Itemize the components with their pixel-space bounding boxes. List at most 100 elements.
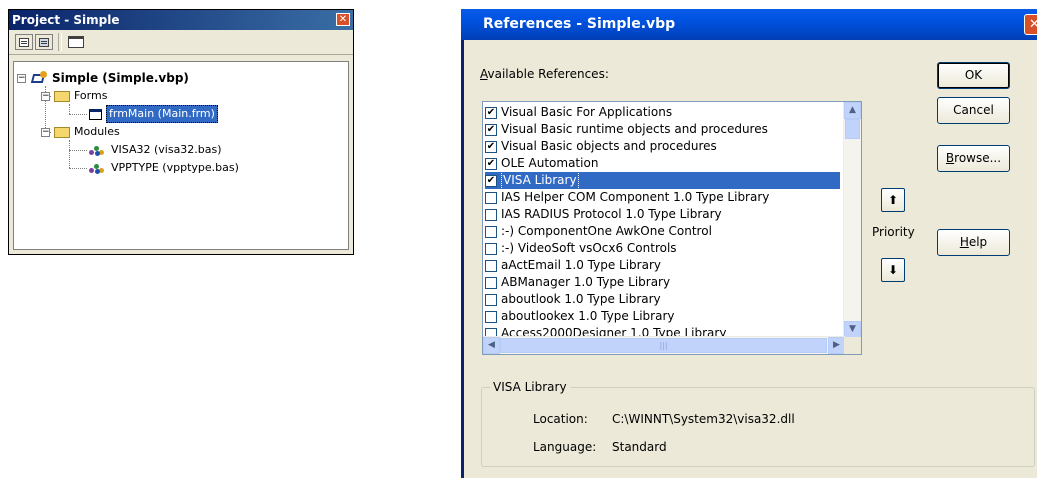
scroll-down-button[interactable]: ▼ <box>844 321 861 338</box>
reference-checkbox[interactable] <box>485 225 497 238</box>
view-object-button[interactable] <box>35 34 53 50</box>
location-value: C:\WINNT\System32\visa32.dll <box>612 412 795 426</box>
reference-list-item[interactable]: aActEmail 1.0 Type Library <box>485 257 661 274</box>
reference-label: IAS RADIUS Protocol 1.0 Type Library <box>501 207 722 221</box>
close-icon[interactable]: ✕ <box>1024 14 1037 35</box>
references-dialog-title-bar[interactable]: References - Simple.vbp ✕ <box>461 9 1037 40</box>
reference-list-item[interactable]: aboutlook 1.0 Type Library <box>485 291 661 308</box>
reference-list-item[interactable]: ✔ VISA Library <box>485 171 840 190</box>
folder-icon <box>68 36 84 48</box>
folder-icon <box>54 126 70 138</box>
tree-node-forms-label: Forms <box>74 89 108 102</box>
reference-checkbox[interactable] <box>485 310 497 323</box>
view-code-button[interactable] <box>15 34 33 50</box>
tree-node-project-label: Simple (Simple.vbp) <box>52 71 189 85</box>
tree-node-module-vpptype[interactable]: VPPTYPE (vpptype.bas) <box>89 160 239 176</box>
form-icon <box>89 108 102 120</box>
cancel-button[interactable]: Cancel <box>937 97 1010 124</box>
scroll-left-button[interactable]: ◀ <box>483 337 500 354</box>
reference-checkbox[interactable] <box>485 191 497 204</box>
priority-up-button[interactable]: ⬆ <box>881 188 905 212</box>
horizontal-scroll-thumb[interactable]: ||| <box>500 338 827 353</box>
folder-icon <box>54 90 70 102</box>
reference-checkbox[interactable] <box>485 293 497 306</box>
tree-node-modules-label: Modules <box>74 125 120 138</box>
help-button[interactable]: Help <box>937 229 1010 256</box>
scroll-right-button[interactable]: ▶ <box>828 337 845 354</box>
reference-checkbox[interactable]: ✔ <box>485 140 497 153</box>
project-window-title: Project - Simple <box>12 13 120 27</box>
tree-node-module-visa32[interactable]: VISA32 (visa32.bas) <box>89 142 222 158</box>
available-references-label-mnemonic: A <box>480 67 488 81</box>
view-code-icon <box>19 37 29 47</box>
reference-list-item[interactable]: :-) ComponentOne AwkOne Control <box>485 223 712 240</box>
reference-checkbox[interactable] <box>485 208 497 221</box>
reference-list-item[interactable]: IAS Helper COM Component 1.0 Type Librar… <box>485 189 769 206</box>
reference-label: IAS Helper COM Component 1.0 Type Librar… <box>501 190 770 204</box>
close-icon[interactable]: ✕ <box>336 13 350 26</box>
reference-list-item[interactable]: IAS RADIUS Protocol 1.0 Type Library <box>485 206 722 223</box>
reference-label: :-) ComponentOne AwkOne Control <box>501 224 712 238</box>
priority-label: Priority <box>872 225 915 239</box>
tree-node-form-label: frmMain (Main.frm) <box>106 105 218 123</box>
help-button-mnemonic: H <box>959 235 969 249</box>
reference-list-item[interactable]: ✔ Visual Basic For Applications <box>485 104 672 121</box>
available-references-label: Available References: <box>480 67 609 81</box>
reference-checkbox[interactable] <box>485 259 497 272</box>
scroll-up-button[interactable]: ▲ <box>844 102 861 119</box>
references-dialog-title: References - Simple.vbp <box>483 16 676 32</box>
reference-list-item[interactable]: :-) VideoSoft vsOcx6 Controls <box>485 240 677 257</box>
tree-line <box>69 168 87 169</box>
project-explorer-window: Project - Simple ✕ − Simple (Simple.vbp)… <box>8 9 354 255</box>
reference-list-item[interactable]: aboutlookex 1.0 Type Library <box>485 308 674 325</box>
reference-label: VISA Library <box>501 171 579 190</box>
tree-node-module-visa32-label: VISA32 (visa32.bas) <box>111 143 222 156</box>
language-value: Standard <box>612 440 667 454</box>
available-references-list[interactable]: Access2000Designer 1.0 Type Library about… <box>482 101 862 355</box>
reference-checkbox[interactable]: ✔ <box>485 106 497 119</box>
reference-checkbox[interactable] <box>485 276 497 289</box>
tree-node-forms-folder[interactable]: − Forms <box>41 88 107 104</box>
tree-node-project[interactable]: − Simple (Simple.vbp) <box>17 70 189 86</box>
reference-details-group: VISA Library Location: C:\WINNT\System32… <box>481 380 1035 467</box>
collapse-icon[interactable]: − <box>41 127 50 137</box>
reference-label: Visual Basic For Applications <box>501 105 673 119</box>
reference-checkbox[interactable] <box>485 242 497 255</box>
collapse-icon[interactable]: − <box>17 73 26 83</box>
tree-node-modules-folder[interactable]: − Modules <box>41 124 120 140</box>
project-toolbar <box>9 30 353 55</box>
reference-list-item[interactable]: ✔ OLE Automation <box>485 155 598 172</box>
ok-button[interactable]: OK <box>937 62 1010 89</box>
reference-label: ABManager 1.0 Type Library <box>501 275 671 289</box>
project-tree: − Simple (Simple.vbp) − Forms frmMain (M… <box>13 61 349 250</box>
tree-node-form-frmmain[interactable]: frmMain (Main.frm) <box>89 105 218 123</box>
module-icon <box>89 144 107 156</box>
reference-checkbox[interactable]: ✔ <box>485 157 497 170</box>
vertical-scroll-thumb[interactable] <box>845 119 860 139</box>
vertical-scrollbar[interactable]: ▲ ▼ <box>843 102 861 338</box>
location-label: Location: <box>533 412 588 426</box>
reference-label: aActEmail 1.0 Type Library <box>501 258 661 272</box>
tree-line <box>69 104 70 114</box>
priority-down-button[interactable]: ⬇ <box>881 258 905 282</box>
horizontal-scrollbar[interactable]: ◀ ||| ▶ <box>483 336 845 354</box>
toggle-folders-button[interactable] <box>67 34 85 50</box>
help-button-label: elp <box>968 235 988 249</box>
browse-button[interactable]: Browse... <box>937 145 1010 172</box>
project-window-title-bar[interactable]: Project - Simple ✕ <box>9 10 353 30</box>
reference-label: aboutlookex 1.0 Type Library <box>501 309 675 323</box>
browse-button-label: rowse... <box>954 151 1002 165</box>
tree-line <box>69 140 70 168</box>
reference-list-item[interactable]: ABManager 1.0 Type Library <box>485 274 670 291</box>
module-icon <box>89 162 107 174</box>
reference-label: aboutlook 1.0 Type Library <box>501 292 661 306</box>
language-label: Language: <box>533 440 597 454</box>
reference-list-item[interactable]: ✔ Visual Basic objects and procedures <box>485 138 717 155</box>
collapse-icon[interactable]: − <box>41 91 50 101</box>
reference-label: :-) VideoSoft vsOcx6 Controls <box>501 241 677 255</box>
tree-line <box>69 114 87 115</box>
reference-list-item[interactable]: ✔ Visual Basic runtime objects and proced… <box>485 121 768 138</box>
reference-checkbox[interactable]: ✔ <box>485 174 497 187</box>
reference-checkbox[interactable]: ✔ <box>485 123 497 136</box>
arrow-up-icon: ⬆ <box>887 193 899 207</box>
